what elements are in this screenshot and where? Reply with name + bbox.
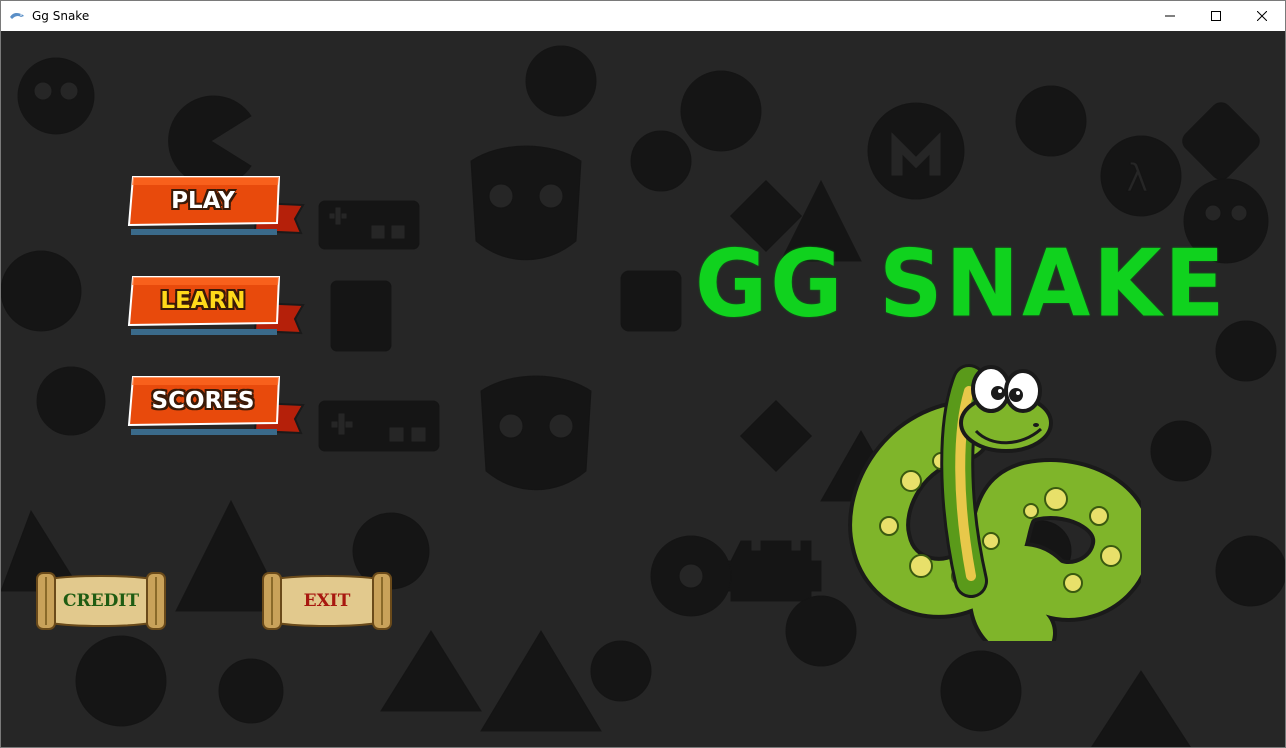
app-window: Gg Snake λ PLAY LEARN SCORES CREDIT EXIT…: [0, 0, 1286, 748]
close-button[interactable]: [1239, 1, 1285, 31]
cartoon-snake: [848, 364, 1141, 641]
exit-label: EXIT: [303, 591, 351, 611]
play-button[interactable]: PLAY: [127, 175, 307, 239]
credit-label: CREDIT: [63, 591, 139, 611]
close-icon: [1257, 11, 1267, 21]
snake-app-icon: [9, 8, 25, 24]
credit-button[interactable]: CREDIT: [35, 571, 167, 631]
minimize-icon: [1165, 15, 1175, 17]
maximize-button[interactable]: [1193, 1, 1239, 31]
play-label: PLAY: [171, 188, 235, 214]
learn-label: LEARN: [160, 288, 246, 314]
scores-label: SCORES: [151, 388, 255, 414]
title-bar[interactable]: Gg Snake: [1, 1, 1285, 31]
game-title: GG SNAKE: [695, 229, 1228, 338]
window-title: Gg Snake: [32, 9, 90, 23]
main-menu-screen: λ PLAY LEARN SCORES CREDIT EXIT GG SNAKE: [1, 31, 1285, 747]
learn-button[interactable]: LEARN: [127, 275, 307, 339]
exit-button[interactable]: EXIT: [261, 571, 393, 631]
scores-button[interactable]: SCORES: [127, 375, 307, 439]
svg-text:λ: λ: [1126, 156, 1149, 200]
minimize-button[interactable]: [1147, 1, 1193, 31]
window-controls: [1147, 1, 1285, 31]
maximize-icon: [1211, 11, 1221, 21]
